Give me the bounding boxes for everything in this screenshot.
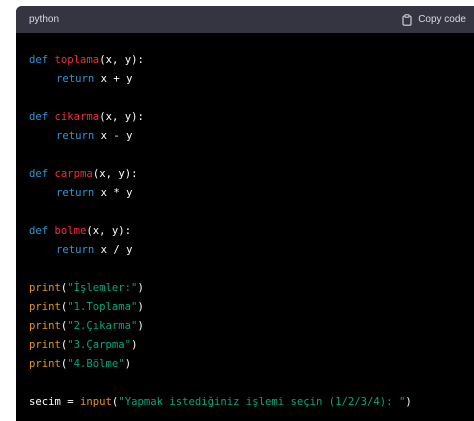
code-paren: ) xyxy=(131,339,138,351)
code-line: print("İşlemler:") xyxy=(29,281,144,295)
keyword-return: return xyxy=(56,187,95,199)
keyword-def: def xyxy=(29,54,49,66)
builtin-print: print xyxy=(29,320,61,332)
keyword-def: def xyxy=(29,168,49,180)
code-block: python Copy code def toplama(x, y): retu… xyxy=(16,6,474,421)
code-content: def toplama(x, y): return x + y def cika… xyxy=(16,33,474,408)
code-line: print("1.Toplama") xyxy=(29,300,144,314)
string-literal: "Yapmak istediğiniz işlemi seçin (1/2/3/… xyxy=(118,396,406,408)
code-params: (x, y): xyxy=(92,168,138,180)
string-literal: "4.Bölme" xyxy=(67,358,125,370)
code-line: return x + y xyxy=(29,72,133,86)
code-assignment: secim = xyxy=(29,396,81,408)
code-line: print("3.Çarpma") xyxy=(29,338,137,352)
code-paren: ) xyxy=(405,396,412,408)
builtin-print: print xyxy=(29,358,61,370)
clipboard-icon xyxy=(402,13,412,26)
keyword-return: return xyxy=(56,73,95,85)
code-line: print("4.Bölme") xyxy=(29,357,131,371)
code-paren: ) xyxy=(137,282,144,294)
code-block-header: python Copy code xyxy=(16,6,474,33)
code-params: (x, y): xyxy=(99,54,144,66)
string-literal: "3.Çarpma" xyxy=(67,339,132,351)
code-paren: ) xyxy=(137,320,144,332)
code-line: def bolme(x, y): xyxy=(29,224,131,238)
code-expression: x * y xyxy=(100,187,133,199)
code-paren: ) xyxy=(137,301,144,313)
code-line: return x / y xyxy=(29,243,133,257)
keyword-def: def xyxy=(29,111,49,123)
builtin-input: input xyxy=(80,396,112,408)
code-line: print("2.Çıkarma") xyxy=(29,319,144,333)
builtin-print: print xyxy=(29,301,61,313)
code-expression: x - y xyxy=(100,130,133,142)
string-literal: "2.Çıkarma" xyxy=(67,320,138,332)
function-name: cikarma xyxy=(54,111,100,123)
code-params: (x, y): xyxy=(99,111,144,123)
code-line: def carpma(x, y): xyxy=(29,167,137,181)
function-name: carpma xyxy=(54,168,93,180)
keyword-return: return xyxy=(56,244,95,256)
code-line: secim = input("Yapmak istediğiniz işlemi… xyxy=(29,395,412,409)
function-name: bolme xyxy=(54,225,87,237)
code-line: def cikarma(x, y): xyxy=(29,110,144,124)
code-line: return x * y xyxy=(29,186,133,200)
keyword-return: return xyxy=(56,130,95,142)
code-expression: x + y xyxy=(100,73,133,85)
copy-code-label: Copy code xyxy=(418,14,466,25)
code-line: return x - y xyxy=(29,129,133,143)
string-literal: "İşlemler:" xyxy=(67,282,138,294)
copy-code-button[interactable]: Copy code xyxy=(402,13,466,26)
string-literal: "1.Toplama" xyxy=(67,301,138,313)
code-paren: ) xyxy=(124,358,132,370)
builtin-print: print xyxy=(29,282,61,294)
builtin-print: print xyxy=(29,339,61,351)
code-line: def toplama(x, y): xyxy=(29,53,144,67)
code-expression: x / y xyxy=(100,244,133,256)
code-params: (x, y): xyxy=(86,225,132,237)
language-label: python xyxy=(29,14,60,25)
keyword-def: def xyxy=(29,225,49,237)
function-name: toplama xyxy=(54,54,100,66)
